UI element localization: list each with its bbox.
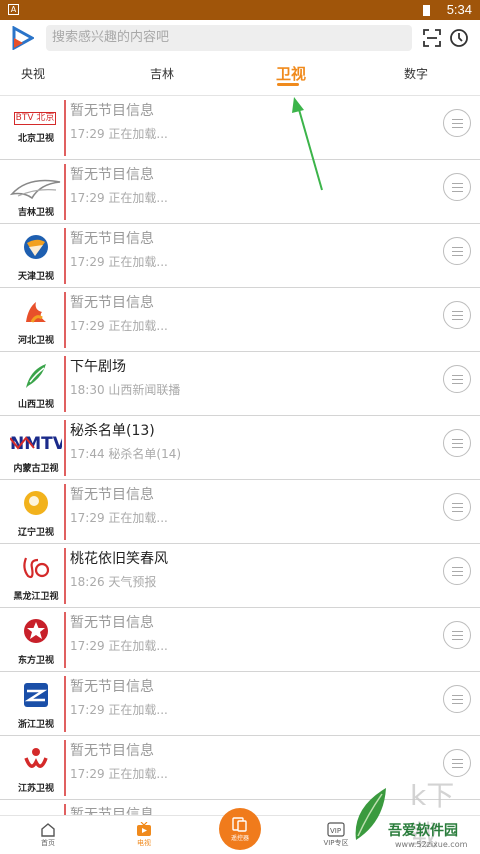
tab-satellite[interactable]: 卫视 — [276, 63, 306, 84]
channel-row[interactable]: 山西卫视 下午剧场 18:30 山西新闻联播 — [0, 352, 480, 416]
channel-row[interactable]: 东方卫视 暂无节目信息 17:29 正在加载... — [0, 608, 480, 672]
program-title: 暂无节目信息 — [70, 487, 154, 503]
menu-icon[interactable] — [443, 429, 471, 457]
program-subtitle: 18:30 山西新闻联播 — [70, 383, 181, 397]
remote-icon — [232, 817, 247, 832]
battery-icon — [423, 5, 430, 16]
program-title: 暂无节目信息 — [70, 295, 154, 311]
channel-tabs: 央视 吉林 卫视 数字 — [0, 56, 480, 96]
channel-row[interactable]: 辽宁卫视 暂无节目信息 17:29 正在加载... — [0, 480, 480, 544]
channel-row[interactable]: 河北卫视 暂无节目信息 17:29 正在加载... — [0, 288, 480, 352]
channel-row[interactable]: 浙江卫视 暂无节目信息 17:29 正在加载... — [0, 672, 480, 736]
program-title: 暂无节目信息 — [70, 167, 154, 183]
menu-icon[interactable] — [443, 365, 471, 393]
divider — [64, 740, 66, 796]
program-subtitle: 17:29 正在加载... — [70, 127, 168, 141]
program-subtitle: 17:29 正在加载... — [70, 639, 168, 653]
program-subtitle: 17:29 正在加载... — [70, 191, 168, 205]
zhejiang-tv-logo: 浙江卫视 — [8, 678, 64, 730]
divider — [64, 356, 66, 412]
vip-icon: VIP — [327, 822, 345, 837]
divider — [64, 676, 66, 732]
beijing-tv-logo: BTV 北京 北京卫视 — [14, 112, 56, 144]
menu-icon[interactable] — [443, 493, 471, 521]
program-title: 暂无节目信息 — [70, 615, 154, 631]
menu-icon[interactable] — [443, 685, 471, 713]
channel-row[interactable]: NMTV 内蒙古卫视 秘杀名单(13) 17:44 秘杀名单(14) — [0, 416, 480, 480]
program-title: 暂无节目信息 — [70, 743, 154, 759]
program-title: 下午剧场 — [70, 359, 126, 375]
program-title: 暂无节目信息 — [70, 231, 154, 247]
divider — [64, 612, 66, 668]
notification-a-icon: A — [8, 4, 19, 15]
header: 搜索感兴趣的内容吧 — [0, 20, 480, 56]
tab-cctv[interactable]: 央视 — [21, 65, 45, 82]
svg-text:VIP: VIP — [330, 827, 341, 835]
liaoning-tv-logo: 辽宁卫视 — [8, 486, 64, 538]
divider — [64, 292, 66, 348]
nav-tv[interactable]: 电视 — [114, 822, 174, 848]
divider — [64, 228, 66, 284]
program-subtitle: 17:29 正在加载... — [70, 319, 168, 333]
program-title: 秘杀名单(13) — [70, 423, 155, 439]
program-subtitle: 18:26 天气预报 — [70, 575, 157, 589]
divider — [64, 484, 66, 540]
program-subtitle: 17:29 正在加载... — [70, 255, 168, 269]
watermark-url: www.52zixue.com — [395, 840, 468, 849]
program-subtitle: 17:29 正在加载... — [70, 511, 168, 525]
heilongjiang-tv-logo: 黑龙江卫视 — [8, 550, 64, 602]
clock-icon[interactable] — [449, 28, 469, 48]
channel-row[interactable]: 黑龙江卫视 桃花依旧笑春风 18:26 天气预报 — [0, 544, 480, 608]
menu-icon[interactable] — [443, 621, 471, 649]
program-subtitle: 17:29 正在加载... — [70, 767, 168, 781]
jilin-tv-logo: 吉林卫视 — [8, 166, 64, 218]
program-subtitle: 17:44 秘杀名单(14) — [70, 447, 182, 461]
active-tab-indicator — [277, 83, 299, 86]
menu-icon[interactable] — [443, 237, 471, 265]
scan-icon[interactable] — [422, 28, 442, 48]
channel-list: BTV 北京 北京卫视 暂无节目信息 17:29 正在加载... 吉林卫视 暂无… — [0, 96, 480, 840]
status-time: 5:34 — [446, 2, 472, 17]
channel-row[interactable]: 天津卫视 暂无节目信息 17:29 正在加载... — [0, 224, 480, 288]
inner-mongolia-tv-logo: NMTV 内蒙古卫视 — [8, 422, 64, 474]
play-logo-icon[interactable] — [12, 26, 34, 50]
channel-row[interactable]: BTV 北京 北京卫视 暂无节目信息 17:29 正在加载... — [0, 96, 480, 160]
watermark: k下载 吾爱软件园 www.52zixue.com — [350, 772, 480, 853]
channel-row[interactable]: 吉林卫视 暂无节目信息 17:29 正在加载... — [0, 160, 480, 224]
tv-icon — [137, 822, 151, 836]
divider — [64, 100, 66, 156]
menu-icon[interactable] — [443, 109, 471, 137]
home-icon — [41, 823, 55, 837]
program-title: 暂无节目信息 — [70, 679, 154, 695]
nav-home[interactable]: 首页 — [18, 822, 78, 848]
program-title: 桃花依旧笑春风 — [70, 551, 168, 567]
program-title: 暂无节目信息 — [70, 103, 154, 119]
divider — [64, 548, 66, 604]
tianjin-tv-logo: 天津卫视 — [8, 230, 64, 282]
menu-icon[interactable] — [443, 557, 471, 585]
tab-jilin[interactable]: 吉林 — [150, 65, 174, 82]
leaf-logo-icon — [355, 788, 386, 840]
watermark-title: 吾爱软件园 — [388, 823, 458, 839]
remote-control-button[interactable]: 遥控器 — [219, 808, 261, 850]
program-subtitle: 17:29 正在加载... — [70, 703, 168, 717]
search-input[interactable]: 搜索感兴趣的内容吧 — [46, 25, 412, 51]
menu-icon[interactable] — [443, 173, 471, 201]
dragon-tv-logo: 东方卫视 — [8, 614, 64, 666]
tab-digital[interactable]: 数字 — [404, 65, 428, 82]
hebei-tv-logo: 河北卫视 — [8, 294, 64, 346]
jiangsu-tv-logo: 江苏卫视 — [8, 742, 64, 794]
divider — [64, 420, 66, 476]
shanxi-tv-logo: 山西卫视 — [8, 358, 64, 410]
menu-icon[interactable] — [443, 301, 471, 329]
status-bar: A 5:34 — [0, 0, 480, 20]
divider — [64, 164, 66, 220]
